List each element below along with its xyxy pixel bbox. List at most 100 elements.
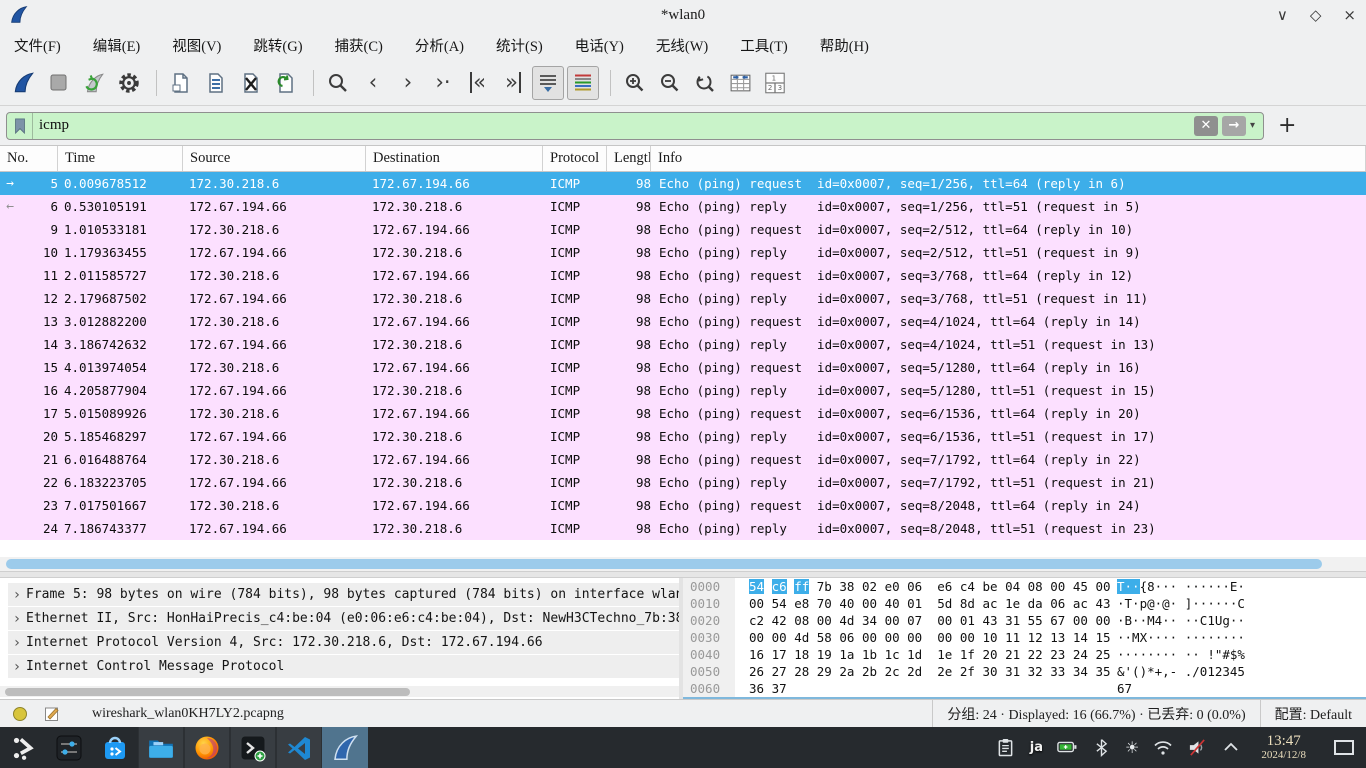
- menu-item-5[interactable]: 捕获(C): [333, 33, 385, 58]
- menu-item-9[interactable]: 无线(W): [654, 33, 710, 58]
- column-header-time[interactable]: Time: [58, 146, 183, 171]
- hex-row-0050[interactable]: 005026 27 28 29 2a 2b 2c 2d 2e 2f 30 31 …: [683, 663, 1366, 680]
- column-header-no[interactable]: No.: [0, 146, 58, 171]
- save-file-icon[interactable]: [200, 66, 232, 100]
- expand-chevron-icon[interactable]: ›: [8, 611, 26, 627]
- clipboard-icon[interactable]: [996, 737, 1016, 757]
- filter-input[interactable]: [33, 117, 1194, 134]
- capture-options-icon[interactable]: [113, 66, 145, 100]
- hex-row-0060[interactable]: 006036 3767: [683, 680, 1366, 697]
- close-icon[interactable]: ×: [1343, 6, 1356, 24]
- menu-item-6[interactable]: 分析(A): [413, 33, 466, 58]
- detail-row-4[interactable]: ›Internet Control Message Protocol: [8, 655, 679, 678]
- volume-muted-icon[interactable]: [1187, 737, 1207, 757]
- column-header-info[interactable]: Info: [651, 146, 1366, 171]
- column-header-length[interactable]: Lengtl: [607, 146, 651, 171]
- maximize-icon[interactable]: ◇: [1310, 6, 1322, 24]
- menu-item-1[interactable]: 文件(F): [12, 33, 63, 58]
- go-to-packet-icon[interactable]: ›·: [427, 66, 459, 100]
- detail-row-2[interactable]: ›Ethernet II, Src: HonHaiPrecis_c4:be:04…: [8, 607, 679, 630]
- minimize-icon[interactable]: ∨: [1277, 6, 1288, 24]
- menu-item-11[interactable]: 帮助(H): [818, 33, 871, 58]
- expert-info-icon[interactable]: [10, 704, 30, 724]
- resize-columns-icon[interactable]: [724, 66, 756, 100]
- packet-row-21[interactable]: 216.016488764172.30.218.6172.67.194.66IC…: [0, 448, 1366, 471]
- hex-row-0010[interactable]: 001000 54 e8 70 40 00 40 01 5d 8d ac 1e …: [683, 595, 1366, 612]
- hex-row-0030[interactable]: 003000 00 4d 58 06 00 00 00 00 00 10 11 …: [683, 629, 1366, 646]
- packet-row-17[interactable]: 175.015089926172.30.218.6172.67.194.66IC…: [0, 402, 1366, 425]
- tray-expander-icon[interactable]: [1221, 737, 1241, 757]
- column-header-protocol[interactable]: Protocol: [543, 146, 607, 171]
- hex-row-0000[interactable]: 000054 c6 ff 7b 38 02 e0 06 e6 c4 be 04 …: [683, 578, 1366, 595]
- menu-item-7[interactable]: 统计(S): [494, 33, 545, 58]
- colorize-packets-icon[interactable]: [567, 66, 599, 100]
- layout-icon[interactable]: 123: [759, 66, 791, 100]
- brightness-icon[interactable]: ☀: [1125, 738, 1139, 757]
- scrollbar-thumb[interactable]: [6, 559, 1322, 569]
- discover-store-icon[interactable]: [92, 727, 138, 768]
- menu-item-3[interactable]: 视图(V): [170, 33, 223, 58]
- packet-row-16[interactable]: 164.205877904172.67.194.66172.30.218.6IC…: [0, 379, 1366, 402]
- packet-list-hscrollbar[interactable]: [0, 557, 1366, 571]
- restart-capture-icon[interactable]: [78, 66, 110, 100]
- go-back-icon[interactable]: ‹: [357, 66, 389, 100]
- display-filter-box[interactable]: ✕ → ▾: [6, 112, 1264, 140]
- expand-chevron-icon[interactable]: ›: [8, 635, 26, 651]
- go-forward-icon[interactable]: ›: [392, 66, 424, 100]
- filter-apply-icon[interactable]: →: [1222, 116, 1246, 136]
- menu-item-4[interactable]: 跳转(G): [251, 33, 304, 58]
- open-file-icon[interactable]: [165, 66, 197, 100]
- detail-row-3[interactable]: ›Internet Protocol Version 4, Src: 172.3…: [8, 631, 679, 654]
- hex-row-0040[interactable]: 004016 17 18 19 1a 1b 1c 1d 1e 1f 20 21 …: [683, 646, 1366, 663]
- reload-file-icon[interactable]: [270, 66, 302, 100]
- filter-dropdown-caret-icon[interactable]: ▾: [1250, 120, 1255, 131]
- settings-icon[interactable]: [46, 727, 92, 768]
- packet-row-12[interactable]: 122.179687502172.67.194.66172.30.218.6IC…: [0, 287, 1366, 310]
- packet-row-14[interactable]: 143.186742632172.67.194.66172.30.218.6IC…: [0, 333, 1366, 356]
- start-capture-icon[interactable]: [8, 66, 40, 100]
- menu-item-8[interactable]: 电话(Y): [573, 33, 626, 58]
- go-first-packet-icon[interactable]: «: [462, 66, 494, 100]
- bluetooth-icon[interactable]: [1091, 737, 1111, 757]
- column-header-destination[interactable]: Destination: [366, 146, 543, 171]
- filter-clear-icon[interactable]: ✕: [1194, 116, 1218, 136]
- packet-row-6[interactable]: ←60.530105191172.67.194.66172.30.218.6IC…: [0, 195, 1366, 218]
- detail-row-1[interactable]: ›Frame 5: 98 bytes on wire (784 bits), 9…: [8, 583, 679, 606]
- filter-add-button[interactable]: +: [1278, 113, 1296, 138]
- wifi-icon[interactable]: [1153, 737, 1173, 757]
- zoom-reset-icon[interactable]: [689, 66, 721, 100]
- menu-item-2[interactable]: 编辑(E): [91, 33, 143, 58]
- packet-row-5[interactable]: →50.009678512172.30.218.6172.67.194.66IC…: [0, 172, 1366, 195]
- firefox-icon[interactable]: [184, 727, 230, 768]
- input-method-indicator[interactable]: ja: [1030, 740, 1043, 755]
- capture-comment-icon[interactable]: [42, 704, 62, 724]
- zoom-in-icon[interactable]: [619, 66, 651, 100]
- packet-row-15[interactable]: 154.013974054172.30.218.6172.67.194.66IC…: [0, 356, 1366, 379]
- pane-splitter[interactable]: [0, 571, 1366, 578]
- packet-row-20[interactable]: 205.185468297172.67.194.66172.30.218.6IC…: [0, 425, 1366, 448]
- packet-row-9[interactable]: 91.010533181172.30.218.6172.67.194.66ICM…: [0, 218, 1366, 241]
- vscode-icon[interactable]: [276, 727, 322, 768]
- zoom-out-icon[interactable]: [654, 66, 686, 100]
- close-file-icon[interactable]: [235, 66, 267, 100]
- menu-item-10[interactable]: 工具(T): [738, 33, 790, 58]
- expand-chevron-icon[interactable]: ›: [8, 587, 26, 603]
- filter-bookmark-icon[interactable]: [7, 113, 33, 139]
- find-packet-icon[interactable]: [322, 66, 354, 100]
- packet-row-13[interactable]: 133.012882200172.30.218.6172.67.194.66IC…: [0, 310, 1366, 333]
- packet-row-23[interactable]: 237.017501667172.30.218.6172.67.194.66IC…: [0, 494, 1366, 517]
- profile-selector[interactable]: 配置: Default: [1260, 700, 1366, 727]
- packet-row-11[interactable]: 112.011585727172.30.218.6172.67.194.66IC…: [0, 264, 1366, 287]
- expand-chevron-icon[interactable]: ›: [8, 659, 26, 675]
- go-last-packet-icon[interactable]: »: [497, 66, 529, 100]
- column-header-source[interactable]: Source: [183, 146, 366, 171]
- scrollbar-thumb[interactable]: [5, 688, 410, 696]
- battery-icon[interactable]: [1057, 737, 1077, 757]
- app-launcher-icon[interactable]: [0, 727, 46, 768]
- stop-capture-icon[interactable]: [43, 66, 75, 100]
- terminal-icon[interactable]: [230, 727, 276, 768]
- packet-row-24[interactable]: 247.186743377172.67.194.66172.30.218.6IC…: [0, 517, 1366, 540]
- hex-row-0020[interactable]: 0020c2 42 08 00 4d 34 00 07 00 01 43 31 …: [683, 612, 1366, 629]
- capture-file-name[interactable]: wireshark_wlan0KH7LY2.pcapng: [74, 706, 284, 722]
- packet-row-10[interactable]: 101.179363455172.67.194.66172.30.218.6IC…: [0, 241, 1366, 264]
